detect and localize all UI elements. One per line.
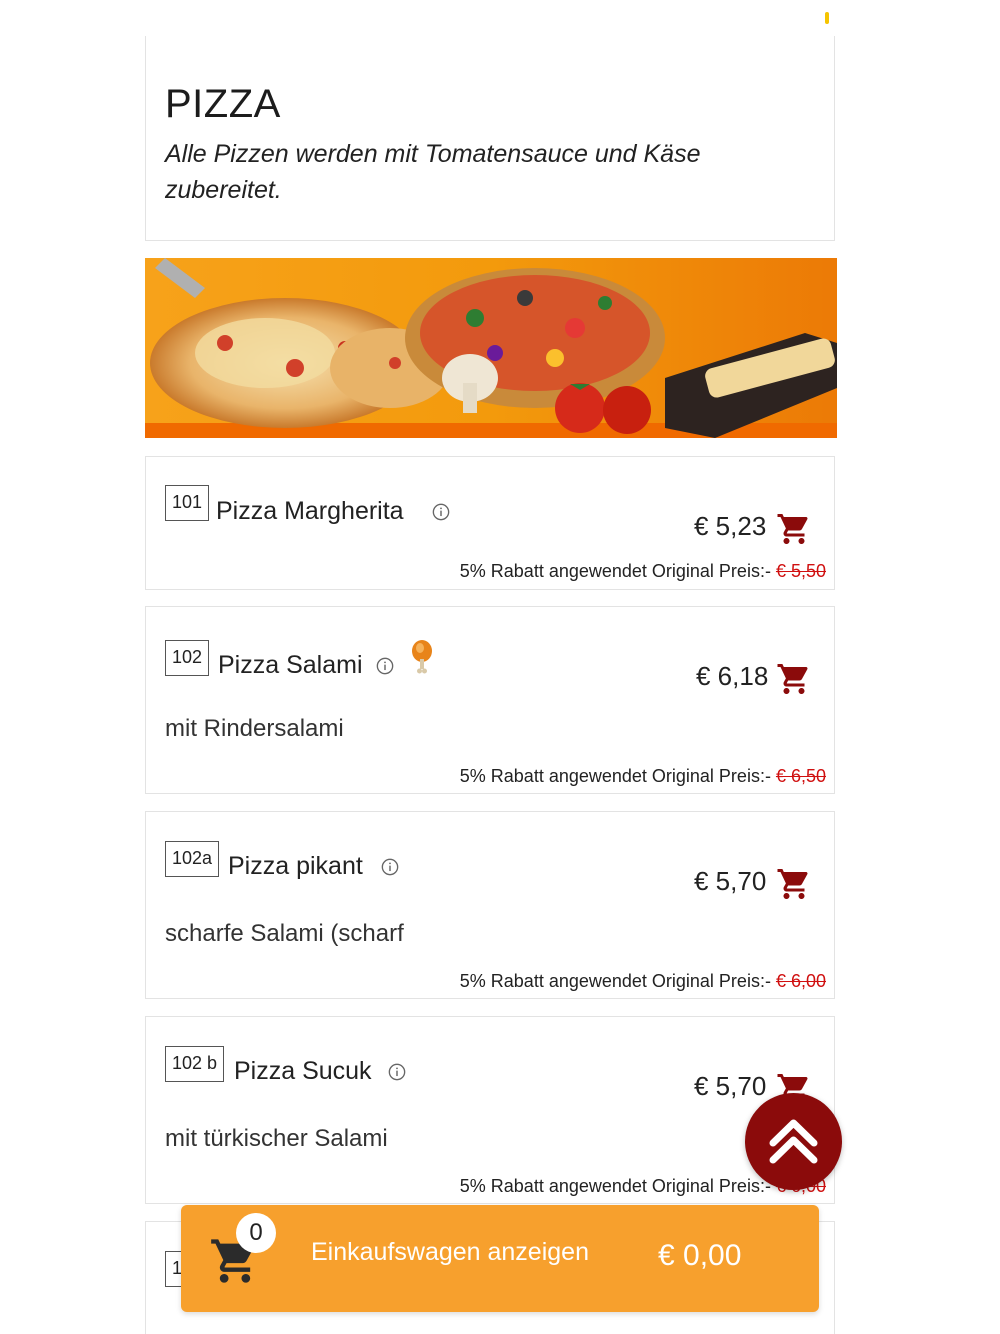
- chicken-leg-icon: [412, 640, 432, 674]
- item-price: € 6,18: [696, 661, 769, 691]
- menu-item[interactable]: 101 Pizza Margherita € 5,23 5% Rabatt an…: [145, 456, 835, 590]
- item-number: 102a: [165, 841, 220, 877]
- pizza-banner-image: [145, 258, 837, 438]
- item-number: 102: [165, 640, 210, 676]
- add-to-cart-icon[interactable]: [776, 511, 812, 547]
- item-name[interactable]: Pizza Sucuk: [234, 1057, 372, 1086]
- discount-info: 5% Rabatt angewendet Original Preis:- € …: [460, 766, 826, 787]
- scroll-to-top-button[interactable]: [745, 1093, 842, 1190]
- view-cart-bar[interactable]: 0 Einkaufswagen anzeigen € 0,00: [181, 1205, 819, 1312]
- item-name[interactable]: Pizza Margherita: [216, 497, 404, 526]
- discount-text: 5% Rabatt angewendet Original Preis:-: [459, 766, 771, 786]
- double-chevron-up-icon: [769, 1119, 818, 1164]
- item-description: scharfe Salami (scharf: [165, 920, 404, 947]
- add-to-cart-icon[interactable]: [776, 661, 812, 697]
- original-price: € 6,00: [775, 971, 826, 991]
- info-icon[interactable]: [381, 858, 399, 876]
- cart-count-badge: 0: [236, 1213, 276, 1253]
- info-icon[interactable]: [388, 1063, 406, 1081]
- discount-info: 5% Rabatt angewendet Original Preis:- € …: [460, 561, 826, 582]
- discount-text: 5% Rabatt angewendet Original Preis:-: [459, 1176, 771, 1196]
- menu-item[interactable]: 102 b Pizza Sucuk € 5,70 mit türkischer …: [145, 1016, 835, 1204]
- item-name[interactable]: Pizza pikant: [228, 852, 363, 881]
- item-number: 102 b: [165, 1046, 225, 1082]
- cart-total: € 0,00: [658, 1239, 742, 1272]
- item-name[interactable]: Pizza Salami: [218, 651, 363, 680]
- item-price: € 5,70: [694, 866, 767, 896]
- original-price: € 6,50: [775, 766, 826, 786]
- item-description: mit Rindersalami: [165, 715, 344, 742]
- category-title: PIZZA: [165, 82, 281, 126]
- item-number: 101: [165, 485, 210, 521]
- category-header: PIZZA Alle Pizzen werden mit Tomatensauc…: [145, 36, 835, 241]
- info-icon[interactable]: [432, 503, 450, 521]
- discount-info: 5% Rabatt angewendet Original Preis:- € …: [460, 971, 826, 992]
- category-description: Alle Pizzen werden mit Tomatensauce und …: [165, 140, 701, 204]
- scroll-indicator: [825, 12, 829, 24]
- menu-page: PIZZA Alle Pizzen werden mit Tomatensauc…: [0, 0, 1000, 1334]
- view-cart-label[interactable]: Einkaufswagen anzeigen: [311, 1238, 589, 1267]
- item-price: € 5,70: [694, 1071, 767, 1101]
- item-price: € 5,23: [694, 511, 767, 541]
- original-price: € 5,50: [775, 561, 826, 581]
- discount-text: 5% Rabatt angewendet Original Preis:-: [459, 561, 771, 581]
- item-description: mit türkischer Salami: [165, 1125, 388, 1152]
- discount-text: 5% Rabatt angewendet Original Preis:-: [459, 971, 771, 991]
- menu-item[interactable]: 102a Pizza pikant € 5,70 scharfe Salami …: [145, 811, 835, 999]
- menu-item[interactable]: 102 Pizza Salami € 6,18 mit Rindersalami…: [145, 606, 835, 794]
- add-to-cart-icon[interactable]: [776, 866, 812, 902]
- info-icon[interactable]: [376, 657, 394, 675]
